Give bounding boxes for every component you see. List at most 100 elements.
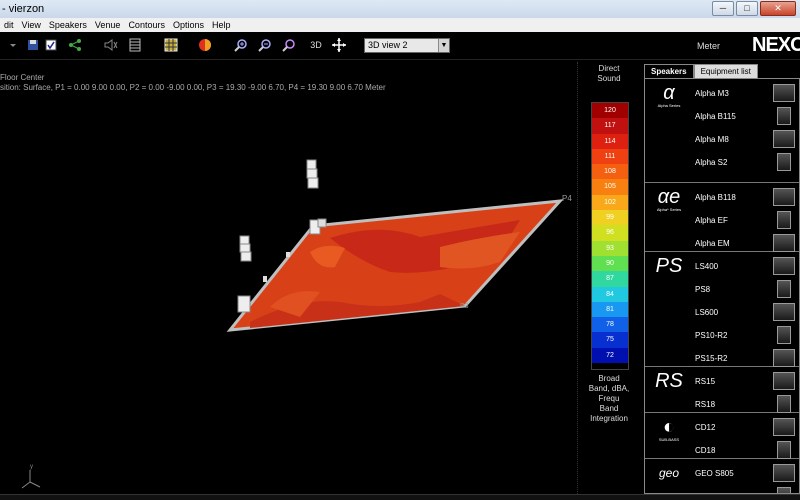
speaker-model-item[interactable]: GEO S805 <box>695 469 734 478</box>
speaker-thumbnail[interactable] <box>773 349 795 367</box>
color-circle-icon[interactable] <box>198 38 212 52</box>
sound-map-canvas[interactable]: P4 P3 y <box>0 62 578 494</box>
speaker-model-item[interactable]: RS18 <box>695 400 715 409</box>
speaker-thumbnail[interactable] <box>773 464 795 482</box>
speaker-thumbnail[interactable] <box>773 188 795 206</box>
menu-view[interactable]: View <box>18 18 45 32</box>
speaker-thumbnail[interactable] <box>777 211 791 229</box>
speaker-library: α Alpha Series Alpha M3 Alpha B115 Alpha M8 A… <box>644 78 800 494</box>
floor-surface[interactable] <box>226 199 564 332</box>
axis-gizmo-icon: y <box>21 464 41 489</box>
network-icon[interactable] <box>68 38 82 52</box>
chevron-down-icon[interactable]: ▼ <box>438 39 449 52</box>
speaker-model-item[interactable]: Alpha EF <box>695 216 728 225</box>
speaker-family-logo: RS <box>649 371 689 391</box>
menu-edit[interactable]: dit <box>0 18 18 32</box>
mute-icon[interactable] <box>104 38 118 52</box>
speaker-thumbnail[interactable] <box>777 280 791 298</box>
speaker-model-item[interactable]: Alpha S2 <box>695 158 727 167</box>
legend-level: 90 <box>592 255 628 272</box>
save-icon[interactable] <box>26 38 40 52</box>
speaker-model-item[interactable]: Alpha M8 <box>695 135 729 144</box>
window-controls: ─ □ ✕ <box>712 1 796 16</box>
3d-viewport[interactable]: Floor Center sition: Surface, P1 = 0.00 … <box>0 62 578 494</box>
speaker-family-logo: geo <box>649 463 689 483</box>
speaker-model-item[interactable]: CD12 <box>695 423 715 432</box>
speaker-small-a[interactable] <box>263 276 267 282</box>
speaker-family-group: α Alpha Series Alpha M3 Alpha B115 Alpha M8 A… <box>645 79 799 183</box>
legend-level: 102 <box>592 194 628 211</box>
legend-level: 87 <box>592 271 628 287</box>
legend-level: 78 <box>592 317 628 333</box>
family-logo-mark: α <box>663 82 675 104</box>
speaker-model-item[interactable]: LS600 <box>695 308 718 317</box>
menu-speakers[interactable]: Speakers <box>45 18 91 32</box>
color-scale: 120 117 114 111 108 105 102 99 96 93 90 87 84 81 78 75 7… <box>591 102 629 370</box>
zoom-fit-icon[interactable] <box>282 38 296 52</box>
toolbar-dropdown-icon[interactable] <box>6 38 20 52</box>
speaker-family-group: geoGEO S805GEO S830 <box>645 459 799 493</box>
speaker-model-item[interactable]: CD18 <box>695 446 715 455</box>
grid-icon[interactable] <box>164 38 178 52</box>
brand-logo: NEXO <box>752 34 800 56</box>
menu-help[interactable]: Help <box>208 18 235 32</box>
zoom-plus-icon[interactable] <box>234 38 248 52</box>
speaker-thumbnail[interactable] <box>773 418 795 436</box>
speaker-model-item[interactable]: Alpha EM <box>695 239 730 248</box>
speaker-thumbnail[interactable] <box>777 153 791 171</box>
status-bar <box>0 494 800 500</box>
speaker-thumbnail[interactable] <box>773 257 795 275</box>
point-label-p4: P4 <box>562 194 572 203</box>
legend-mode-line-4: Band <box>599 404 619 413</box>
menu-options[interactable]: Options <box>169 18 208 32</box>
speaker-sub-front[interactable] <box>237 295 251 313</box>
minimize-button[interactable]: ─ <box>712 1 734 16</box>
close-button[interactable]: ✕ <box>760 1 796 16</box>
window-title: - vierzon <box>2 3 45 15</box>
family-logo-caption: Alpha Series <box>657 103 681 108</box>
speaker-thumbnail[interactable] <box>773 372 795 390</box>
family-logo-caption: SUB-BASS <box>658 437 680 442</box>
speaker-model-item[interactable]: LS400 <box>695 262 718 271</box>
maximize-button[interactable]: □ <box>736 1 758 16</box>
legend-level: 99 <box>592 210 628 226</box>
view-select[interactable]: 3D view 2 ▼ <box>364 38 450 53</box>
speaker-thumbnail[interactable] <box>777 487 791 493</box>
speaker-model-item[interactable]: Alpha B115 <box>695 112 736 121</box>
speaker-family-logo: α Alpha Series <box>649 83 689 108</box>
legend-level: 75 <box>592 332 628 348</box>
zoom-minus-icon[interactable] <box>258 38 272 52</box>
speaker-model-item[interactable]: Alpha M3 <box>695 89 729 98</box>
menu-bar: dit View Speakers Venue Contours Options… <box>0 18 800 32</box>
speaker-model-item[interactable]: PS15-R2 <box>695 354 727 363</box>
speaker-small-b[interactable] <box>286 252 290 257</box>
speaker-array-top[interactable] <box>306 159 319 189</box>
move-icon[interactable] <box>332 38 346 52</box>
3d-icon[interactable]: 3D <box>308 38 324 52</box>
checkbox-icon[interactable] <box>44 38 58 52</box>
speaker-thumbnail[interactable] <box>777 441 791 459</box>
menu-venue[interactable]: Venue <box>91 18 125 32</box>
speaker-thumbnail[interactable] <box>777 326 791 344</box>
speaker-thumbnail[interactable] <box>773 234 795 252</box>
speaker-thumbnail[interactable] <box>777 107 791 125</box>
legend-level: 117 <box>592 118 628 134</box>
menu-contours[interactable]: Contours <box>124 18 169 32</box>
family-logo-mark: RS <box>655 370 683 392</box>
tab-speakers[interactable]: Speakers <box>644 64 694 78</box>
speaker-thumbnail[interactable] <box>773 130 795 148</box>
speaker-model-item[interactable]: Alpha B118 <box>695 193 736 202</box>
speaker-model-item[interactable]: PS10-R2 <box>695 331 727 340</box>
legend-level: 81 <box>592 301 628 318</box>
array-icon[interactable] <box>128 38 142 52</box>
panel-tabs: Speakers Equipment list <box>644 64 758 78</box>
speaker-array-left[interactable] <box>239 235 252 262</box>
speaker-model-item[interactable]: RS15 <box>695 377 715 386</box>
speaker-thumbnail[interactable] <box>773 303 795 321</box>
speaker-model-item[interactable]: PS8 <box>695 285 710 294</box>
speaker-thumbnail[interactable] <box>777 395 791 413</box>
tab-equipment-list[interactable]: Equipment list <box>693 64 758 78</box>
legend-title: Direct Sound <box>590 64 628 84</box>
speaker-thumbnail[interactable] <box>773 84 795 102</box>
legend-mode-line-1: Broad <box>598 374 620 383</box>
